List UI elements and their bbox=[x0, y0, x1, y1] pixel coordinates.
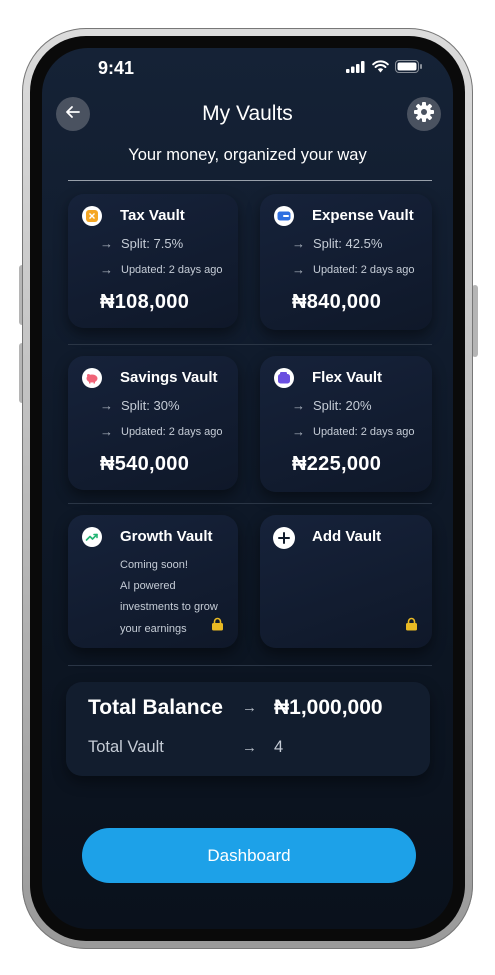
add-vault-label: Add Vault bbox=[312, 528, 382, 545]
vault-amount: ₦840,000 bbox=[292, 291, 382, 313]
arrow-right-icon: → bbox=[242, 739, 257, 756]
vault-updated: Updated: 2 days ago bbox=[313, 263, 415, 276]
tax-icon bbox=[82, 206, 102, 226]
growth-description-line: investments to grow bbox=[120, 601, 218, 613]
vault-split: Split: 30% bbox=[121, 398, 180, 413]
settings-button[interactable] bbox=[407, 97, 441, 131]
arrow-right-icon: → bbox=[100, 262, 113, 277]
app-screen: 9:41 My Vaults Your money, organized you… bbox=[42, 48, 453, 929]
growth-description-line: your earnings bbox=[120, 623, 187, 635]
row-divider bbox=[68, 503, 432, 504]
arrow-right-icon: → bbox=[100, 398, 113, 413]
arrow-right-icon: → bbox=[292, 262, 305, 277]
plus-icon bbox=[273, 527, 295, 549]
vault-split-row: → Split: 42.5% bbox=[292, 236, 382, 251]
header: My Vaults bbox=[42, 94, 453, 138]
vault-card-expense[interactable]: Expense Vault → Split: 42.5% → Updated: … bbox=[260, 194, 432, 330]
vault-updated: Updated: 2 days ago bbox=[121, 263, 223, 276]
total-balance-value: ₦1,000,000 bbox=[274, 696, 383, 719]
arrow-right-icon: → bbox=[292, 424, 305, 439]
signal-icon bbox=[346, 60, 366, 78]
page-subtitle: Your money, organized your way bbox=[128, 146, 367, 164]
gear-icon bbox=[413, 101, 435, 128]
vault-updated-row: → Updated: 2 days ago bbox=[100, 262, 223, 277]
lock-icon bbox=[211, 617, 224, 636]
total-balance-label: Total Balance bbox=[88, 696, 223, 719]
status-bar: 9:41 bbox=[42, 48, 453, 88]
arrow-right-icon: → bbox=[100, 236, 113, 251]
vault-updated: Updated: 2 days ago bbox=[121, 425, 223, 438]
vault-updated-row: → Updated: 2 days ago bbox=[292, 262, 415, 277]
battery-icon bbox=[395, 60, 423, 78]
total-vault-label: Total Vault bbox=[88, 738, 164, 756]
arrow-right-icon: → bbox=[292, 398, 305, 413]
vault-amount: ₦540,000 bbox=[100, 453, 190, 475]
vault-card-growth[interactable]: Growth Vault Coming soon! AI powered inv… bbox=[68, 515, 238, 648]
vault-split-row: → Split: 20% bbox=[292, 398, 372, 413]
vault-name: Growth Vault bbox=[120, 528, 213, 545]
vault-split: Split: 7.5% bbox=[121, 236, 184, 251]
vault-name: Savings Vault bbox=[120, 369, 218, 386]
vault-updated: Updated: 2 days ago bbox=[313, 425, 415, 438]
vault-card-flex[interactable]: Flex Vault → Split: 20% → Updated: 2 day… bbox=[260, 356, 432, 492]
vault-card-tax[interactable]: Tax Vault → Split: 7.5% → Updated: 2 day… bbox=[68, 194, 238, 328]
status-time: 9:41 bbox=[98, 58, 135, 78]
arrow-right-icon: → bbox=[292, 236, 305, 251]
vault-card-savings[interactable]: Savings Vault → Split: 30% → Updated: 2 … bbox=[68, 356, 238, 490]
vault-updated-row: → Updated: 2 days ago bbox=[100, 424, 223, 439]
header-divider bbox=[68, 180, 432, 181]
trend-up-icon bbox=[82, 527, 102, 547]
total-vault-value: 4 bbox=[274, 738, 284, 756]
dashboard-button[interactable]: Dashboard bbox=[82, 828, 416, 883]
arrow-right-icon: → bbox=[242, 699, 257, 716]
vault-split: Split: 20% bbox=[313, 398, 372, 413]
wallet-icon bbox=[274, 368, 294, 388]
vault-amount: ₦108,000 bbox=[100, 291, 190, 313]
row-divider bbox=[68, 665, 432, 666]
vault-updated-row: → Updated: 2 days ago bbox=[292, 424, 415, 439]
lock-icon bbox=[405, 617, 418, 636]
arrow-right-icon: → bbox=[100, 424, 113, 439]
vault-name: Expense Vault bbox=[312, 207, 414, 224]
wifi-icon bbox=[372, 60, 389, 78]
vault-amount: ₦225,000 bbox=[292, 453, 382, 475]
vault-split: Split: 42.5% bbox=[313, 236, 383, 251]
card-icon bbox=[274, 206, 294, 226]
row-divider bbox=[68, 344, 432, 345]
total-summary-card: Total Balance → ₦1,000,000 Total Vault →… bbox=[66, 682, 430, 776]
page-title: My Vaults bbox=[202, 102, 293, 125]
growth-description-line: Coming soon! bbox=[120, 559, 188, 571]
vault-split-row: → Split: 30% bbox=[100, 398, 180, 413]
status-icons bbox=[346, 60, 423, 78]
growth-description-line: AI powered bbox=[120, 580, 176, 592]
vault-split-row: → Split: 7.5% bbox=[100, 236, 183, 251]
vault-name: Tax Vault bbox=[120, 207, 185, 224]
add-vault-card[interactable]: Add Vault bbox=[260, 515, 432, 648]
vault-name: Flex Vault bbox=[312, 369, 383, 386]
piggy-bank-icon bbox=[82, 368, 102, 388]
